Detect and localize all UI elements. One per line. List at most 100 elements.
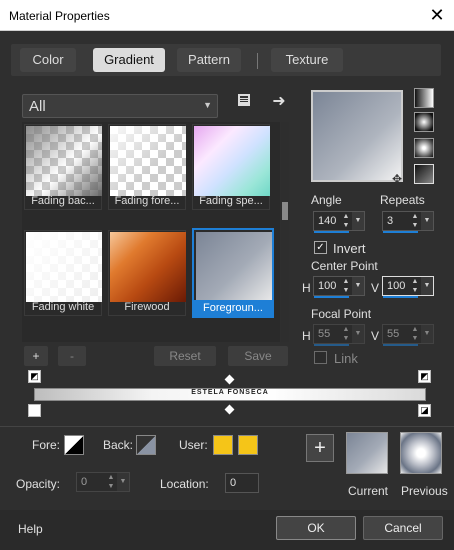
opacity-value: 0 — [81, 476, 88, 488]
focal-v-label: V — [371, 329, 380, 343]
center-point-label: Center Point — [311, 259, 378, 273]
chevron-down-icon[interactable]: ▼ — [421, 277, 433, 295]
chevron-down-icon[interactable]: ▼ — [352, 325, 364, 343]
focal-h-stepper[interactable]: 55 ▲ ▼ ▼ — [313, 324, 365, 346]
repeats-value: 3 — [387, 215, 394, 227]
foreground-marker-icon[interactable]: ◩ — [418, 370, 431, 383]
add-gradient-button[interactable]: + — [24, 346, 48, 366]
chevron-down-icon[interactable]: ▼ — [421, 212, 433, 230]
gallery-item[interactable]: Fading white — [24, 230, 102, 316]
tab-texture[interactable]: Texture — [271, 48, 343, 72]
add-swatch-button[interactable]: + — [306, 434, 334, 462]
center-h-stepper[interactable]: 100 ▲ ▼ ▼ — [313, 276, 365, 298]
reset-button[interactable]: Reset — [154, 346, 216, 366]
gradient-thumbnail — [196, 232, 272, 302]
gallery-item-label: Fading white — [31, 301, 95, 313]
gradient-bar-text: ESTELA FONSECA — [191, 389, 269, 396]
linear-style-icon[interactable] — [414, 88, 434, 108]
gallery-item-label: Fading spe... — [199, 195, 263, 207]
spin-arrows-icon[interactable]: ▲ ▼ — [341, 212, 351, 230]
gradient-thumbnail — [26, 126, 102, 196]
gallery-item[interactable]: Fading fore... — [108, 124, 186, 210]
current-label: Current — [348, 484, 389, 498]
color-stop-marker[interactable] — [28, 404, 41, 417]
tab-separator — [257, 53, 258, 69]
tab-pattern[interactable]: Pattern — [177, 48, 241, 72]
library-icon[interactable] — [233, 92, 255, 114]
chevron-down-icon[interactable]: ▼ — [421, 325, 433, 343]
repeats-stepper[interactable]: 3 ▲ ▼ ▼ — [382, 211, 434, 233]
remove-gradient-button[interactable]: - — [58, 346, 86, 366]
gradient-thumbnail — [26, 232, 102, 302]
center-h-value: 100 — [318, 280, 337, 292]
angle-label: Angle — [311, 193, 342, 207]
gradient-thumbnail — [110, 232, 186, 302]
gallery-scrollbar[interactable] — [281, 122, 289, 342]
save-button[interactable]: Save — [228, 346, 288, 366]
invert-checkbox[interactable]: ✓ — [314, 241, 327, 254]
center-v-stepper[interactable]: 100 ▲ ▼ ▼ — [382, 276, 434, 298]
chevron-down-icon: ▼ — [203, 100, 212, 110]
help-link[interactable]: Help — [18, 522, 43, 536]
ok-button[interactable]: OK — [276, 516, 356, 540]
spin-arrows-icon[interactable]: ▲ ▼ — [341, 325, 351, 343]
location-field[interactable]: 0 — [225, 473, 259, 493]
cancel-button[interactable]: Cancel — [363, 516, 443, 540]
opacity-stepper[interactable]: 0 ▲ ▼ ▼ — [76, 472, 130, 492]
fore-label: Fore: — [32, 438, 61, 452]
center-v-label: V — [371, 281, 380, 295]
radial-style-icon[interactable] — [414, 138, 434, 158]
location-label: Location: — [160, 477, 209, 491]
chevron-down-icon[interactable]: ▼ — [352, 277, 364, 295]
spin-arrows-icon[interactable]: ▲ ▼ — [341, 277, 351, 295]
gradient-thumbnail — [194, 126, 270, 196]
previous-swatch[interactable] — [400, 432, 442, 474]
gallery-item[interactable]: Fading bac... — [24, 124, 102, 210]
back-swatch[interactable] — [136, 435, 156, 455]
gallery-item-label: Fading bac... — [31, 195, 95, 207]
gradient-preview[interactable] — [311, 90, 403, 182]
chevron-down-icon[interactable]: ▼ — [117, 473, 129, 491]
foreground-marker-icon[interactable]: ◩ — [28, 370, 41, 383]
scrollbar-thumb[interactable] — [282, 202, 288, 220]
repeats-label: Repeats — [380, 193, 425, 207]
user-swatch[interactable] — [213, 435, 233, 455]
divider — [0, 426, 454, 427]
link-checkbox[interactable] — [314, 351, 327, 364]
opacity-label: Opacity: — [16, 477, 61, 491]
spin-arrows-icon[interactable]: ▲ ▼ — [410, 277, 420, 295]
chevron-down-icon[interactable]: ▼ — [352, 212, 364, 230]
link-label: Link — [334, 351, 358, 366]
midpoint-diamond[interactable] — [224, 374, 235, 385]
rectangular-style-icon[interactable] — [414, 112, 434, 132]
focal-point-label: Focal Point — [311, 307, 372, 321]
tab-gradient[interactable]: Gradient — [93, 48, 165, 72]
category-dropdown[interactable]: All ▼ — [22, 94, 218, 118]
gallery-item[interactable]: Fading spe... — [192, 124, 270, 210]
gradient-gallery: Fading bac... Fading fore... Fading spe.… — [22, 122, 280, 342]
spin-arrows-icon[interactable]: ▲ ▼ — [410, 212, 420, 230]
spin-arrows-icon[interactable]: ▲ ▼ — [410, 325, 420, 343]
angle-stepper[interactable]: 140 ▲ ▼ ▼ — [313, 211, 365, 233]
gallery-item-label: Firewood — [124, 301, 170, 313]
current-swatch[interactable] — [346, 432, 388, 474]
user-swatch[interactable] — [238, 435, 258, 455]
center-h-label: H — [302, 281, 311, 295]
background-marker-icon[interactable]: ◪ — [418, 404, 431, 417]
gallery-item-selected[interactable]: Foregroun... — [192, 228, 274, 318]
tab-color[interactable]: Color — [20, 48, 76, 72]
midpoint-diamond[interactable] — [224, 404, 235, 415]
category-value: All — [29, 98, 46, 115]
spin-arrows-icon[interactable]: ▲ ▼ — [106, 473, 116, 491]
arrow-right-icon[interactable]: ➜ — [268, 91, 290, 113]
angle-value: 140 — [318, 215, 337, 227]
sunburst-style-icon[interactable] — [414, 164, 434, 184]
focal-v-value: 55 — [387, 328, 400, 340]
fore-swatch[interactable] — [64, 435, 84, 455]
back-label: Back: — [103, 438, 134, 452]
focal-v-stepper[interactable]: 55 ▲ ▼ ▼ — [382, 324, 434, 346]
gallery-item-label: Foregroun... — [194, 300, 272, 316]
close-icon[interactable]: ✕ — [424, 3, 450, 27]
gradient-thumbnail — [110, 126, 186, 196]
gallery-item[interactable]: Firewood — [108, 230, 186, 316]
